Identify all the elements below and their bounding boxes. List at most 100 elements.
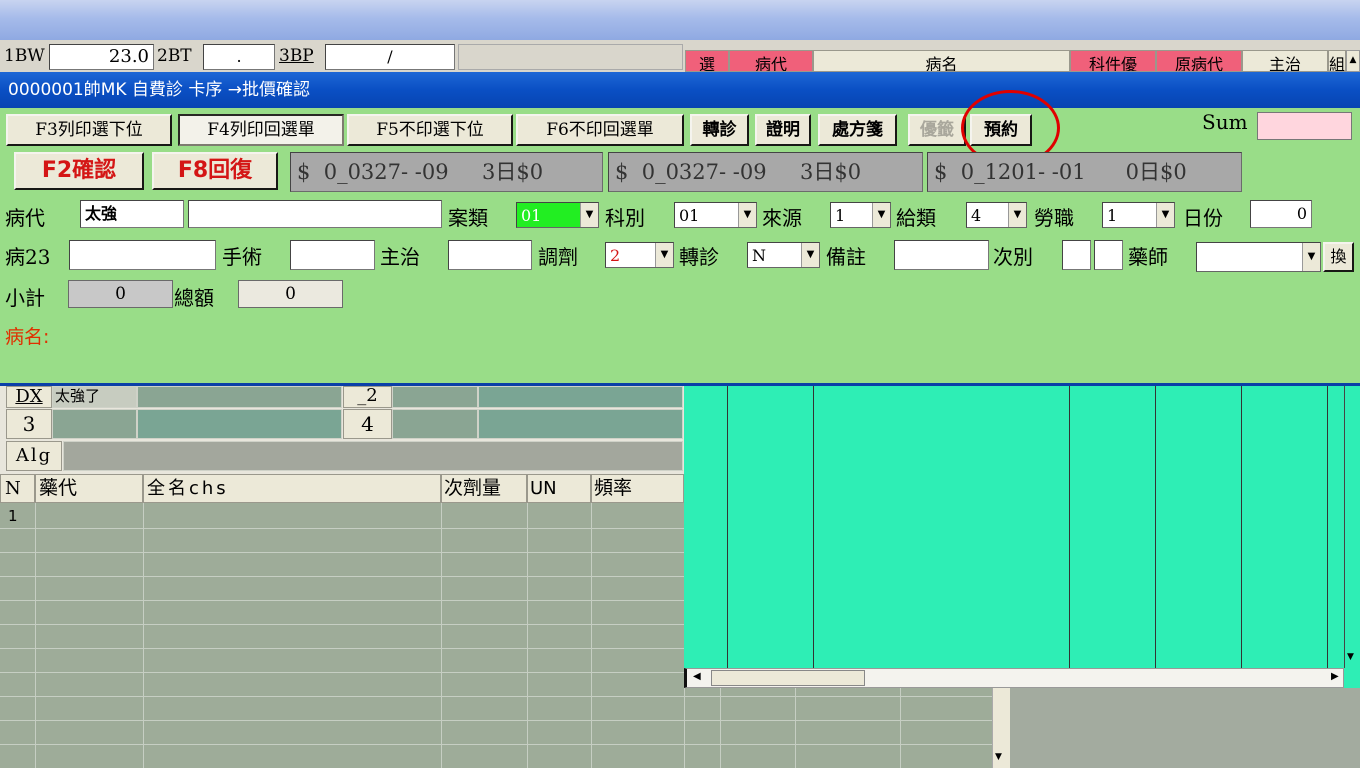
total-label: 總額 <box>174 286 214 310</box>
pharmacist-select[interactable]: ▼ <box>1196 242 1321 272</box>
grid-header-doctor[interactable]: 主治 <box>1242 50 1328 72</box>
med-header-frequency[interactable]: 頻率 <box>591 474 684 503</box>
f6-noprint-return-button[interactable]: F6不印回選單 <box>516 114 684 146</box>
prescription-button[interactable]: 處方箋 <box>818 114 897 146</box>
scroll-thumb[interactable] <box>711 670 865 686</box>
dept-select[interactable]: 01 ▼ <box>674 202 757 228</box>
sum-field[interactable] <box>1257 112 1352 140</box>
f4-print-return-button[interactable]: F4列印回選單 <box>178 114 344 146</box>
dx3-code[interactable] <box>52 409 137 439</box>
note-label: 備註 <box>826 245 866 269</box>
dx3-field[interactable] <box>137 409 342 439</box>
preferential-button[interactable]: 優籤 <box>908 114 966 146</box>
chevron-down-icon[interactable]: ▼ <box>801 243 819 267</box>
certificate-button[interactable]: 證明 <box>755 114 811 146</box>
pay-type-select[interactable]: 4 ▼ <box>966 202 1027 228</box>
grid-header-disease-name[interactable]: 病名 <box>813 50 1070 72</box>
bt-field[interactable]: . <box>203 44 275 70</box>
dx-value[interactable]: 太強了 <box>52 386 137 408</box>
grid-line <box>0 720 1000 721</box>
row3-label: 3 <box>6 409 52 439</box>
row-number: 1 <box>8 507 18 525</box>
vitals-row: 1BW 23.0 2BT . 3BP / 選 病代 病名 科件優 原病代 主治 … <box>0 40 1360 72</box>
transfer-button[interactable]: 轉診 <box>690 114 749 146</box>
chevron-right-icon[interactable]: ▶ <box>1331 671 1339 682</box>
labor-value: 1 <box>1107 206 1118 225</box>
panel-scrollbar[interactable]: ▼ <box>1344 386 1360 668</box>
diagnosis-grid-panel[interactable] <box>684 386 1344 668</box>
source-select[interactable]: 1 ▼ <box>830 202 891 228</box>
chevron-down-icon[interactable]: ▼ <box>995 752 1002 762</box>
referral-value: N <box>752 246 766 265</box>
chevron-down-icon[interactable]: ▼ <box>872 203 890 227</box>
dialog-title: 0000001帥MK 自費診 卡序 →批價確認 <box>0 72 1360 108</box>
dx4-field[interactable] <box>478 409 683 439</box>
visit-field-1[interactable] <box>1062 240 1091 270</box>
chevron-down-icon[interactable]: ▼ <box>655 243 673 267</box>
grid-header-priority[interactable]: 科件優 <box>1070 50 1156 72</box>
f8-restore-button[interactable]: F8回復 <box>152 152 278 190</box>
dispense-select[interactable]: 2 ▼ <box>605 242 674 268</box>
vertical-scrollbar[interactable]: ▼ <box>992 688 1010 768</box>
grid-header-original-code[interactable]: 原病代 <box>1156 50 1242 72</box>
bp-field[interactable]: / <box>325 44 455 70</box>
case-type-select[interactable]: 01 ▼ <box>516 202 599 228</box>
med-header-code[interactable]: 藥代 <box>35 474 143 503</box>
f3-print-next-button[interactable]: F3列印選下位 <box>6 114 172 146</box>
labor-select[interactable]: 1 ▼ <box>1102 202 1175 228</box>
dx-field[interactable] <box>137 386 342 408</box>
med-header-fullname[interactable]: 全名chs <box>143 474 441 503</box>
chevron-down-icon[interactable]: ▼ <box>738 203 756 227</box>
chevron-down-icon[interactable]: ▼ <box>1347 652 1354 662</box>
days-field[interactable]: 0 <box>1250 200 1312 228</box>
grid-line <box>527 503 528 768</box>
disease23-field[interactable] <box>69 240 216 270</box>
doctor-field[interactable] <box>448 240 532 270</box>
grid-line <box>1069 386 1070 668</box>
referral-select[interactable]: N ▼ <box>747 242 820 268</box>
chevron-down-icon[interactable]: ▼ <box>1156 203 1174 227</box>
grid-header-select[interactable]: 選 <box>685 50 729 72</box>
f5-noprint-next-button[interactable]: F5不印選下位 <box>347 114 513 146</box>
grid-line <box>35 503 36 768</box>
appointment-button[interactable]: 預約 <box>970 114 1032 146</box>
chevron-down-icon[interactable]: ▼ <box>580 203 598 227</box>
med-header-n[interactable]: N <box>0 474 35 503</box>
grid-line <box>441 503 442 768</box>
chevron-down-icon[interactable]: ▼ <box>1008 203 1026 227</box>
grid-header-group[interactable]: 組 <box>1328 50 1346 72</box>
dispense-label: 調劑 <box>538 245 578 269</box>
grid-line <box>143 503 144 768</box>
disease-code-field[interactable]: 太強 <box>80 200 184 228</box>
dx4-code[interactable] <box>392 409 478 439</box>
total-value: 0 <box>238 280 343 308</box>
dx2-code[interactable] <box>392 386 478 408</box>
chevron-down-icon[interactable]: ▼ <box>1302 243 1320 271</box>
disease-name-field[interactable] <box>188 200 442 228</box>
chevron-left-icon[interactable]: ◀ <box>693 671 701 682</box>
labor-label: 勞職 <box>1034 206 1074 230</box>
visit-label: 次別 <box>993 245 1033 269</box>
grid-header-disease-code[interactable]: 病代 <box>729 50 813 72</box>
doctor-label: 主治 <box>380 245 420 269</box>
surgery-field[interactable] <box>290 240 375 270</box>
row4-label: 4 <box>343 409 392 439</box>
swap-button[interactable]: 換 <box>1323 242 1354 272</box>
grid-line <box>1327 386 1328 668</box>
dept-label: 科別 <box>605 206 645 230</box>
scroll-up-icon[interactable]: ▲ <box>1346 50 1360 72</box>
bw-label: 1BW <box>4 46 45 66</box>
price-box-3: $ 0_1201- -01 0日$0 <box>927 152 1242 192</box>
med-header-dose[interactable]: 次劑量 <box>441 474 527 503</box>
window-title-bar <box>0 0 1360 40</box>
bw-field[interactable]: 23.0 <box>49 44 154 70</box>
note-field[interactable] <box>894 240 989 270</box>
dx2-field[interactable] <box>478 386 683 408</box>
grid-line <box>0 744 1000 745</box>
med-header-unit[interactable]: UN <box>527 474 591 503</box>
horizontal-scrollbar[interactable]: ◀ ▶ <box>684 668 1344 688</box>
disease-name-caption: 病名: <box>5 326 50 348</box>
visit-field-2[interactable] <box>1094 240 1123 270</box>
f2-confirm-button[interactable]: F2確認 <box>14 152 144 190</box>
alg-field[interactable] <box>63 441 683 471</box>
